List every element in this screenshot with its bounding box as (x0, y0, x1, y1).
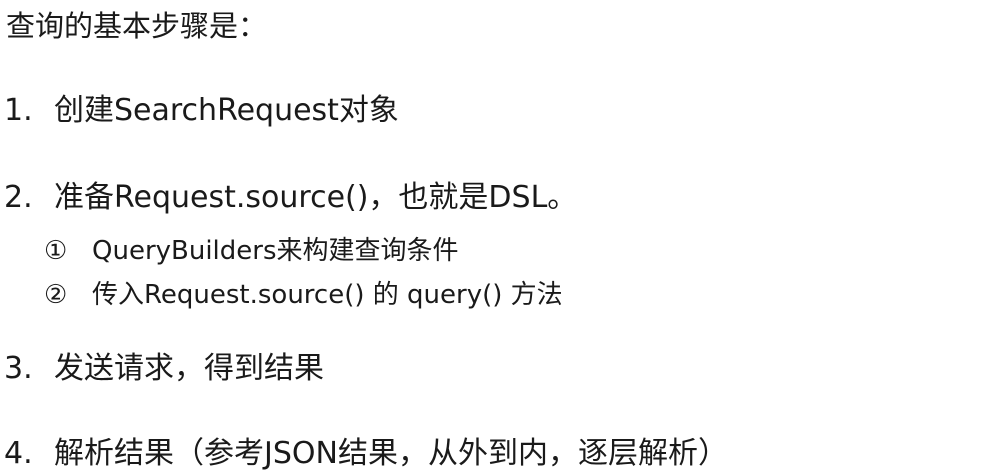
step-3: 3. 发送请求，得到结果 (4, 354, 324, 384)
substep-1-text: QueryBuilders来构建查询条件 (92, 236, 459, 266)
step-1-number: 1. (4, 93, 33, 128)
step-4: 4. 解析结果（参考JSON结果，从外到内，逐层解析） (4, 439, 728, 469)
substep-2-text: 传入Request.source() 的 query() 方法 (92, 280, 563, 310)
step-1-text: 创建SearchRequest对象 (54, 93, 399, 128)
step-3-number: 3. (4, 351, 33, 386)
step-4-text: 解析结果（参考JSON结果，从外到内，逐层解析） (54, 436, 728, 471)
step-2: 2. 准备Request.source()，也就是DSL。 (4, 183, 577, 213)
page-heading: 查询的基本步骤是： (6, 9, 268, 43)
substep-1: ① QueryBuilders来构建查询条件 (44, 238, 459, 264)
substep-2: ② 传入Request.source() 的 query() 方法 (44, 282, 563, 308)
step-3-text: 发送请求，得到结果 (54, 351, 324, 386)
step-4-number: 4. (4, 436, 33, 471)
substep-2-marker: ② (44, 280, 68, 310)
step-2-text: 准备Request.source()，也就是DSL。 (54, 180, 578, 215)
step-2-number: 2. (4, 180, 33, 215)
step-1: 1. 创建SearchRequest对象 (4, 96, 399, 126)
substep-1-marker: ① (44, 236, 68, 266)
